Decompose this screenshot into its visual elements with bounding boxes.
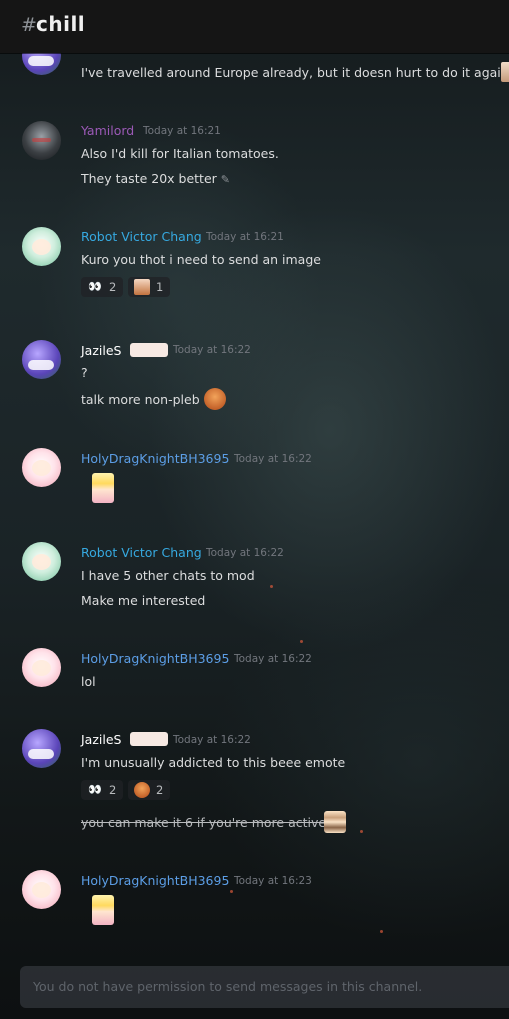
background-ember — [270, 585, 273, 588]
message-text: ? — [81, 365, 88, 380]
username[interactable]: HolyDragKnightBH3695 — [81, 873, 229, 888]
username[interactable]: Robot Victor Chang — [81, 229, 202, 244]
background-ember — [300, 640, 303, 643]
custom-emote-icon — [134, 782, 150, 798]
channel-hash-icon: # — [21, 14, 37, 36]
background-ember — [360, 830, 363, 833]
reaction-custom-emote[interactable]: 2 — [128, 780, 170, 800]
reaction-count: 2 — [156, 783, 164, 797]
timestamp: Today at 16:22 — [206, 547, 284, 559]
background-ember — [380, 930, 383, 933]
eyes-icon: 👀 — [88, 280, 102, 293]
role-badge — [130, 343, 168, 357]
message-text: I have 5 other chats to mod — [81, 568, 255, 583]
eyes-icon: 👀 — [88, 783, 102, 796]
message-text: Also I'd kill for Italian tomatoes. — [81, 146, 279, 161]
message-text: Kuro you thot i need to send an image — [81, 252, 321, 267]
background-ember — [230, 890, 233, 893]
avatar[interactable] — [22, 648, 61, 687]
custom-emoji — [501, 62, 509, 82]
username[interactable]: JazileS — [81, 732, 121, 747]
timestamp: Today at 16:23 — [234, 875, 312, 887]
avatar[interactable] — [22, 870, 61, 909]
timestamp: Today at 16:21 — [206, 231, 284, 243]
timestamp: Today at 16:22 — [234, 653, 312, 665]
username[interactable]: Robot Victor Chang — [81, 545, 202, 560]
timestamp: Today at 16:21 — [143, 125, 221, 137]
reaction-eyes[interactable]: 👀 2 — [81, 780, 123, 800]
message-text: lol — [81, 674, 96, 689]
reaction-eyes[interactable]: 👀 2 — [81, 277, 123, 297]
timestamp: Today at 16:22 — [173, 344, 251, 356]
avatar[interactable] — [22, 448, 61, 487]
username[interactable]: JazileS — [81, 343, 121, 358]
avatar[interactable] — [22, 340, 61, 379]
message-text: talk more non-pleb — [81, 392, 200, 407]
message-text: I've travelled around Europe already, bu… — [81, 65, 509, 80]
message-text: They taste 20x better ✎ — [81, 171, 230, 186]
timestamp: Today at 16:22 — [173, 734, 251, 746]
avatar[interactable] — [22, 542, 61, 581]
message-input-placeholder: You do not have permission to send messa… — [33, 979, 423, 994]
app-root: { "channel": { "hash": "#", "name": "chi… — [0, 0, 509, 1019]
custom-emoji — [324, 811, 346, 833]
avatar[interactable] — [22, 121, 61, 160]
message-input[interactable]: You do not have permission to send messa… — [20, 966, 509, 1008]
edit-pencil-icon: ✎ — [220, 173, 231, 186]
custom-emoji-large — [92, 895, 114, 925]
avatar[interactable] — [22, 729, 61, 768]
reaction-count: 2 — [109, 280, 117, 294]
channel-name: chill — [36, 12, 86, 36]
role-badge — [130, 732, 168, 746]
avatar[interactable] — [22, 227, 61, 266]
reaction-custom-emote[interactable]: 1 — [128, 277, 170, 297]
username[interactable]: Yamilord — [81, 123, 134, 138]
message-text-content: They taste 20x better — [81, 171, 217, 186]
message-text: I'm unusually addicted to this beee emot… — [81, 755, 346, 770]
message-text: Make me interested — [81, 593, 206, 608]
custom-emoji — [204, 388, 226, 410]
reaction-count: 2 — [109, 783, 117, 797]
channel-header: # chill — [0, 0, 509, 53]
username[interactable]: HolyDragKnightBH3695 — [81, 451, 229, 466]
custom-emote-icon — [134, 279, 150, 295]
message-text-strikethrough: you can make it 6 if you're more active — [81, 815, 327, 830]
reaction-count: 1 — [156, 280, 164, 294]
username[interactable]: HolyDragKnightBH3695 — [81, 651, 229, 666]
custom-emoji-large — [92, 473, 114, 503]
timestamp: Today at 16:22 — [234, 453, 312, 465]
